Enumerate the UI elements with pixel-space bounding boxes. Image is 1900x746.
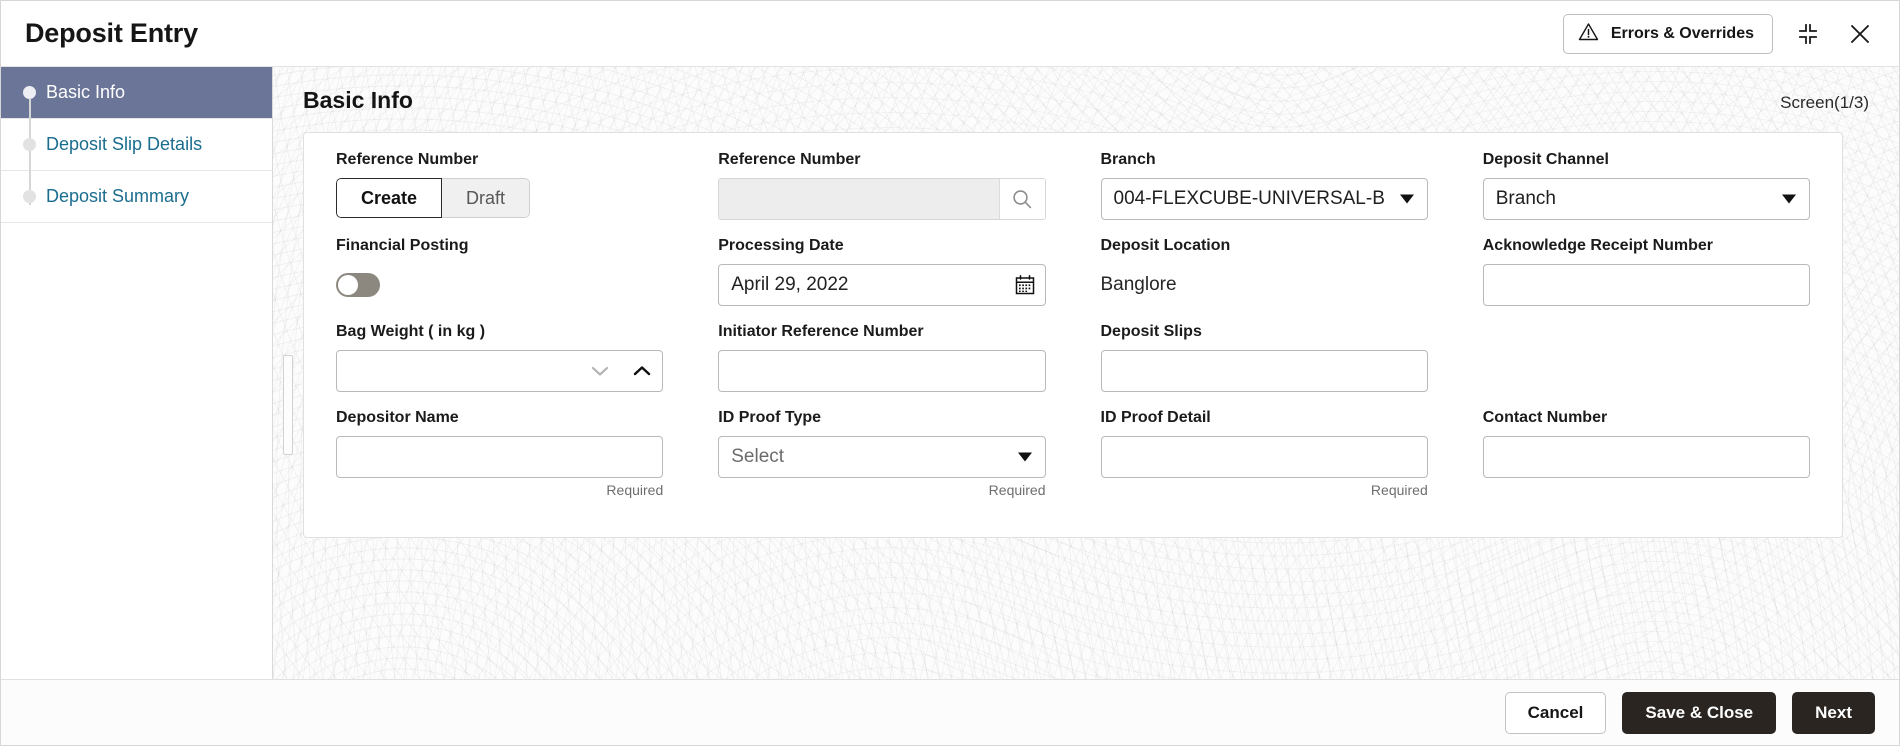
field-label: Reference Number bbox=[336, 151, 479, 168]
field-deposit-location: Deposit Location Banglore bbox=[1101, 237, 1428, 323]
step-dot-icon bbox=[23, 138, 36, 151]
field-label: ID Proof Type bbox=[718, 409, 822, 426]
reference-number-mode-segmented[interactable]: Create Draft bbox=[336, 178, 531, 218]
field-deposit-slips: Deposit Slips bbox=[1100, 323, 1428, 409]
processing-date-input[interactable] bbox=[718, 264, 1046, 306]
sidebar-item-deposit-slip-details[interactable]: Deposit Slip Details bbox=[1, 119, 272, 171]
acknowledge-receipt-number-input[interactable] bbox=[1482, 264, 1810, 306]
main-vertical-scrollbar[interactable] bbox=[281, 67, 295, 679]
errors-and-overrides-label: Errors & Overrides bbox=[1610, 24, 1754, 42]
segment-create[interactable]: Create bbox=[336, 178, 443, 218]
wizard-sidebar: Basic Info Deposit Slip Details Deposit … bbox=[1, 67, 273, 679]
deposit-channel-select-wrap: Branch bbox=[1482, 178, 1810, 220]
title-bar: Deposit Entry Errors & Overrides bbox=[1, 1, 1899, 67]
field-reference-number-mode: Reference Number Create Draft bbox=[336, 151, 663, 237]
processing-date-wrap bbox=[718, 264, 1046, 306]
step-dot-icon bbox=[23, 190, 36, 203]
main-content: Basic Info Screen(1/3) Reference Number … bbox=[273, 67, 1899, 679]
field-label: Processing Date bbox=[718, 237, 844, 254]
field-label: Branch bbox=[1100, 151, 1156, 168]
field-label: Acknowledge Receipt Number bbox=[1482, 237, 1714, 254]
deposit-channel-select[interactable]: Branch bbox=[1482, 178, 1810, 220]
id-proof-type-select-wrap: Select bbox=[718, 436, 1046, 478]
chevron-down-icon[interactable] bbox=[589, 360, 611, 382]
sidebar-item-label: Basic Info bbox=[46, 82, 126, 102]
field-reference-number: Reference Number bbox=[718, 151, 1046, 237]
field-label: Depositor Name bbox=[336, 409, 459, 426]
field-depositor-name: Depositor Name Required bbox=[336, 409, 664, 515]
footer-actions: Cancel Save & Close Next bbox=[1, 679, 1899, 745]
bag-weight-stepper-buttons bbox=[589, 350, 653, 392]
id-proof-type-select[interactable]: Select bbox=[718, 436, 1046, 478]
field-label: Deposit Slips bbox=[1100, 323, 1202, 340]
main-scroll-area: Basic Info Screen(1/3) Reference Number … bbox=[273, 67, 1899, 679]
id-proof-detail-input[interactable] bbox=[1100, 436, 1428, 478]
contact-number-input[interactable] bbox=[1482, 436, 1810, 478]
errors-and-overrides-button[interactable]: Errors & Overrides bbox=[1562, 13, 1773, 54]
contact-number-helper bbox=[1483, 482, 1810, 498]
branch-select-wrap: 004-FLEXCUBE-UNIVERSAL-B bbox=[1100, 178, 1428, 220]
reference-number-input[interactable] bbox=[719, 179, 999, 219]
page-title: Deposit Entry bbox=[25, 18, 198, 48]
basic-info-form-card: Reference Number Create Draft Reference … bbox=[303, 132, 1843, 538]
field-label: Reference Number bbox=[718, 151, 861, 168]
deposit-location-value: Banglore bbox=[1100, 274, 1177, 295]
field-bag-weight: Bag Weight ( in kg ) bbox=[336, 323, 664, 409]
sidebar-item-deposit-summary[interactable]: Deposit Summary bbox=[1, 171, 272, 223]
save-and-close-button[interactable]: Save & Close bbox=[1622, 691, 1777, 734]
collapse-icon[interactable] bbox=[1791, 17, 1825, 51]
field-deposit-channel: Deposit Channel Branch bbox=[1482, 151, 1810, 237]
field-label: Bag Weight ( in kg ) bbox=[336, 323, 486, 340]
field-processing-date: Processing Date bbox=[718, 237, 1046, 323]
field-label: Deposit Channel bbox=[1482, 151, 1609, 168]
deposit-entry-window: Deposit Entry Errors & Overrides Basic I… bbox=[0, 0, 1900, 746]
step-dot-icon bbox=[23, 86, 36, 99]
deposit-slips-input[interactable] bbox=[1100, 350, 1428, 392]
field-initiator-reference-number: Initiator Reference Number bbox=[718, 323, 1046, 409]
sidebar-item-basic-info[interactable]: Basic Info bbox=[1, 67, 272, 119]
section-header: Basic Info Screen(1/3) bbox=[273, 67, 1899, 114]
field-contact-number: Contact Number bbox=[1482, 409, 1810, 515]
toggle-knob bbox=[338, 275, 358, 295]
section-title: Basic Info bbox=[303, 87, 413, 113]
field-label: Deposit Location bbox=[1100, 237, 1231, 254]
close-icon[interactable] bbox=[1843, 17, 1877, 51]
next-button[interactable]: Next bbox=[1792, 691, 1875, 734]
field-financial-posting: Financial Posting bbox=[336, 237, 663, 323]
sidebar-item-label: Deposit Slip Details bbox=[46, 134, 203, 154]
reference-number-lookup bbox=[718, 178, 1046, 220]
calendar-icon[interactable] bbox=[1005, 265, 1045, 305]
field-acknowledge-receipt-number: Acknowledge Receipt Number bbox=[1482, 237, 1810, 323]
branch-select[interactable]: 004-FLEXCUBE-UNIVERSAL-B bbox=[1100, 178, 1428, 220]
bag-weight-stepper bbox=[336, 350, 664, 392]
chevron-up-icon[interactable] bbox=[631, 360, 653, 382]
field-label: Financial Posting bbox=[336, 237, 469, 254]
id-proof-type-helper: Required bbox=[988, 482, 1046, 498]
field-id-proof-type: ID Proof Type Select Required bbox=[718, 409, 1046, 515]
field-row3-spacer bbox=[1483, 323, 1810, 409]
form-grid: Reference Number Create Draft Reference … bbox=[304, 151, 1842, 515]
field-label: Initiator Reference Number bbox=[718, 323, 924, 340]
initiator-reference-number-input[interactable] bbox=[718, 350, 1046, 392]
sidebar-item-label: Deposit Summary bbox=[46, 186, 190, 206]
title-bar-actions: Errors & Overrides bbox=[1562, 13, 1877, 54]
field-label: Contact Number bbox=[1482, 409, 1608, 426]
depositor-name-helper: Required bbox=[606, 482, 664, 498]
financial-posting-toggle[interactable] bbox=[336, 273, 380, 297]
screen-counter: Screen(1/3) bbox=[1780, 93, 1869, 112]
depositor-name-input[interactable] bbox=[336, 436, 664, 478]
segment-draft[interactable]: Draft bbox=[442, 178, 531, 218]
scrollbar-thumb[interactable] bbox=[283, 355, 293, 455]
cancel-button[interactable]: Cancel bbox=[1504, 691, 1607, 734]
window-body: Basic Info Deposit Slip Details Deposit … bbox=[1, 67, 1899, 679]
field-label: ID Proof Detail bbox=[1100, 409, 1211, 426]
search-icon[interactable] bbox=[998, 179, 1045, 219]
warning-icon bbox=[1578, 22, 1599, 46]
id-proof-detail-helper: Required bbox=[1370, 482, 1428, 498]
field-branch: Branch 004-FLEXCUBE-UNIVERSAL-B bbox=[1100, 151, 1428, 237]
field-id-proof-detail: ID Proof Detail Required bbox=[1100, 409, 1428, 515]
